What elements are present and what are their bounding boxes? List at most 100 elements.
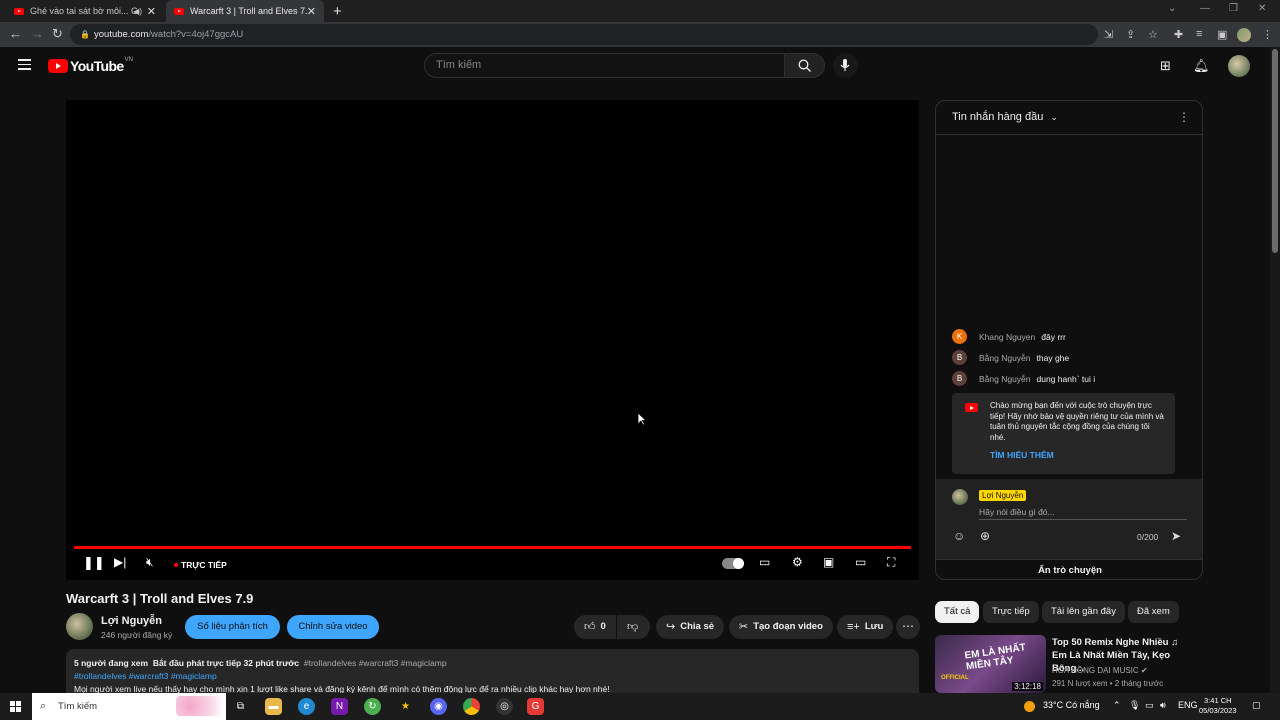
file-explorer-icon[interactable]: ▬: [265, 698, 282, 715]
browser-tab-active[interactable]: Warcarft 3 | Troll and Elves 7.9 - Y ✕: [166, 0, 324, 22]
mic-tray-icon[interactable]: 🎙︎: [1129, 700, 1140, 711]
network-icon[interactable]: ▭: [1145, 700, 1154, 711]
menu-icon[interactable]: [18, 59, 31, 70]
more-actions-icon[interactable]: ⋯: [896, 615, 920, 639]
chat-author: Bằng Nguyễn: [979, 373, 1031, 384]
language-indicator[interactable]: ENG: [1178, 700, 1198, 710]
close-tab-icon[interactable]: ✕: [307, 5, 316, 18]
clip-label: Tạo đoạn video: [753, 621, 823, 632]
scrollbar-thumb[interactable]: [1272, 49, 1278, 253]
video-player[interactable]: ❚❚ ▶| 🔇︎ TRỰC TIẾP ▭ ⚙ ▣ ▭ ⛶: [66, 100, 919, 580]
theater-mode-icon[interactable]: ▭: [855, 555, 866, 569]
hashtag-links[interactable]: #trollandelves #warcraft3 #magiclamp: [74, 670, 911, 683]
live-label: TRỰC TIẾP: [181, 560, 227, 570]
tray-overflow-icon[interactable]: ⌃: [1113, 700, 1121, 711]
account-avatar[interactable]: [1228, 55, 1250, 77]
chip-watched[interactable]: Đã xem: [1128, 601, 1179, 623]
next-icon[interactable]: ▶|: [114, 555, 126, 569]
autoplay-toggle[interactable]: [722, 558, 744, 569]
profile-avatar[interactable]: [1237, 28, 1251, 42]
create-video-icon[interactable]: ⊞: [1160, 58, 1171, 74]
subtitles-icon[interactable]: ▭: [759, 555, 770, 569]
chrome-icon[interactable]: [463, 698, 480, 715]
chat-more-icon[interactable]: ⋮: [1178, 101, 1190, 134]
reading-list-icon[interactable]: ≡: [1196, 28, 1202, 40]
forward-icon[interactable]: →: [31, 26, 44, 41]
chip-live[interactable]: Trực tiếp: [983, 601, 1039, 623]
star-app-icon[interactable]: ★: [397, 698, 414, 715]
address-bar[interactable]: 🔒 youtube.com/watch?v=4oj47ggcAU: [70, 24, 1098, 45]
chat-mode-label[interactable]: Tin nhắn hàng đầu: [952, 111, 1043, 123]
onenote-icon[interactable]: N: [331, 698, 348, 715]
fullscreen-icon[interactable]: ⛶: [887, 555, 895, 570]
chevron-down-icon[interactable]: ⌄: [1050, 112, 1058, 122]
settings-gear-icon[interactable]: ⚙: [792, 555, 803, 569]
recorder-icon[interactable]: ◎: [496, 698, 513, 715]
pause-icon[interactable]: ❚❚: [83, 555, 105, 571]
recommended-channel[interactable]: HOA HỒNG DẠI MUSIC ✔: [1052, 666, 1148, 675]
task-view-icon[interactable]: ⧉: [232, 698, 249, 715]
extensions-icon[interactable]: ✚: [1174, 28, 1183, 41]
chip-all[interactable]: Tất cả: [935, 601, 980, 623]
channel-name[interactable]: Lợi Nguyễn: [101, 615, 162, 627]
back-icon[interactable]: ←: [9, 26, 22, 41]
share-page-icon[interactable]: ⇪: [1126, 28, 1135, 41]
notifications-bell-icon[interactable]: 🔔︎: [1193, 58, 1210, 74]
close-window-icon[interactable]: ✕: [1258, 3, 1266, 14]
minimize-icon[interactable]: —: [1200, 3, 1210, 14]
share-label: Chia sẻ: [680, 621, 715, 632]
miniplayer-icon[interactable]: ▣: [823, 555, 834, 569]
learn-more-link[interactable]: TÌM HIỂU THÊM: [990, 450, 1054, 461]
channel-avatar[interactable]: [66, 613, 93, 640]
chat-message: B Bằng Nguyễn thay ghe: [952, 350, 1069, 365]
bookmark-star-icon[interactable]: ☆: [1148, 28, 1158, 41]
chat-header[interactable]: Tin nhắn hàng đầu ⌄ ⋮: [936, 101, 1202, 135]
dislike-button[interactable]: 👎︎: [617, 615, 650, 639]
search-button[interactable]: [785, 53, 825, 78]
emoji-icon[interactable]: ☺: [953, 529, 965, 543]
windows-start-icon[interactable]: [10, 701, 21, 712]
voice-search-button[interactable]: [833, 53, 858, 78]
notification-center-icon[interactable]: ▢: [1252, 700, 1261, 711]
share-button[interactable]: ↪ Chia sẻ: [656, 615, 725, 639]
youtube-logo[interactable]: YouTube VN: [48, 57, 133, 74]
region-code: VN: [124, 57, 133, 63]
taskbar-search[interactable]: ⌕ Tìm kiếm: [32, 693, 226, 720]
side-panel-icon[interactable]: ▣: [1217, 28, 1227, 41]
chat-message-input[interactable]: Hãy nói điều gì đó...: [979, 507, 1187, 520]
page-scrollbar[interactable]: [1270, 47, 1280, 693]
volume-icon[interactable]: 🔊︎: [1160, 700, 1166, 711]
weather-text[interactable]: 33°C Có nắng: [1043, 700, 1100, 710]
taskbar-clock[interactable]: 3:41 CH 05/03/2023: [1199, 696, 1237, 716]
analytics-button[interactable]: Số liệu phân tích: [185, 615, 280, 639]
char-counter: 0/200: [1137, 532, 1159, 542]
description-box[interactable]: 5 người đang xem Bắt đầu phát trực tiếp …: [66, 649, 919, 693]
install-icon[interactable]: ⇲: [1104, 28, 1113, 41]
edge-icon[interactable]: e: [298, 698, 315, 715]
my-avatar: [952, 489, 968, 505]
recommended-thumbnail[interactable]: EM LÀ NHẤT MIỀN TÂY OFFICIAL 3:12:18: [935, 635, 1046, 693]
live-badge[interactable]: TRỰC TIẾP: [174, 560, 227, 570]
search-input[interactable]: Tìm kiếm: [424, 53, 785, 78]
progress-bar[interactable]: [74, 546, 911, 549]
close-tab-icon[interactable]: ✕: [147, 5, 156, 18]
hide-chat-button[interactable]: Ẩn trò chuyện: [936, 559, 1202, 579]
reload-icon[interactable]: ↻: [52, 26, 63, 42]
add-super-chat-icon[interactable]: ⊕: [980, 529, 990, 543]
mute-icon[interactable]: 🔇︎: [146, 555, 154, 570]
browser-tab[interactable]: Ghé vào tai sát bờ môi... Ghé ◀) ✕: [6, 0, 164, 22]
tab-search-icon[interactable]: ⌄: [1168, 3, 1176, 14]
save-button[interactable]: ≡+ Lưu: [837, 615, 894, 639]
restore-icon[interactable]: ❐: [1229, 3, 1238, 14]
edit-video-button[interactable]: Chỉnh sửa video: [287, 615, 379, 639]
clip-button[interactable]: ✂ Tạo đoạn video: [729, 615, 833, 639]
chip-recent-uploads[interactable]: Tải lên gần đây: [1042, 601, 1125, 623]
chat-app-icon[interactable]: ◉: [430, 698, 447, 715]
like-button[interactable]: 👍︎ 0: [574, 615, 616, 639]
garena-icon[interactable]: G: [527, 698, 544, 715]
taskbar-search-placeholder: Tìm kiếm: [58, 701, 98, 712]
chrome-menu-icon[interactable]: ⋮: [1262, 28, 1273, 41]
new-tab-icon[interactable]: +: [333, 3, 342, 20]
send-icon[interactable]: ➤: [1171, 529, 1181, 543]
app-green-icon[interactable]: ↻: [364, 698, 381, 715]
